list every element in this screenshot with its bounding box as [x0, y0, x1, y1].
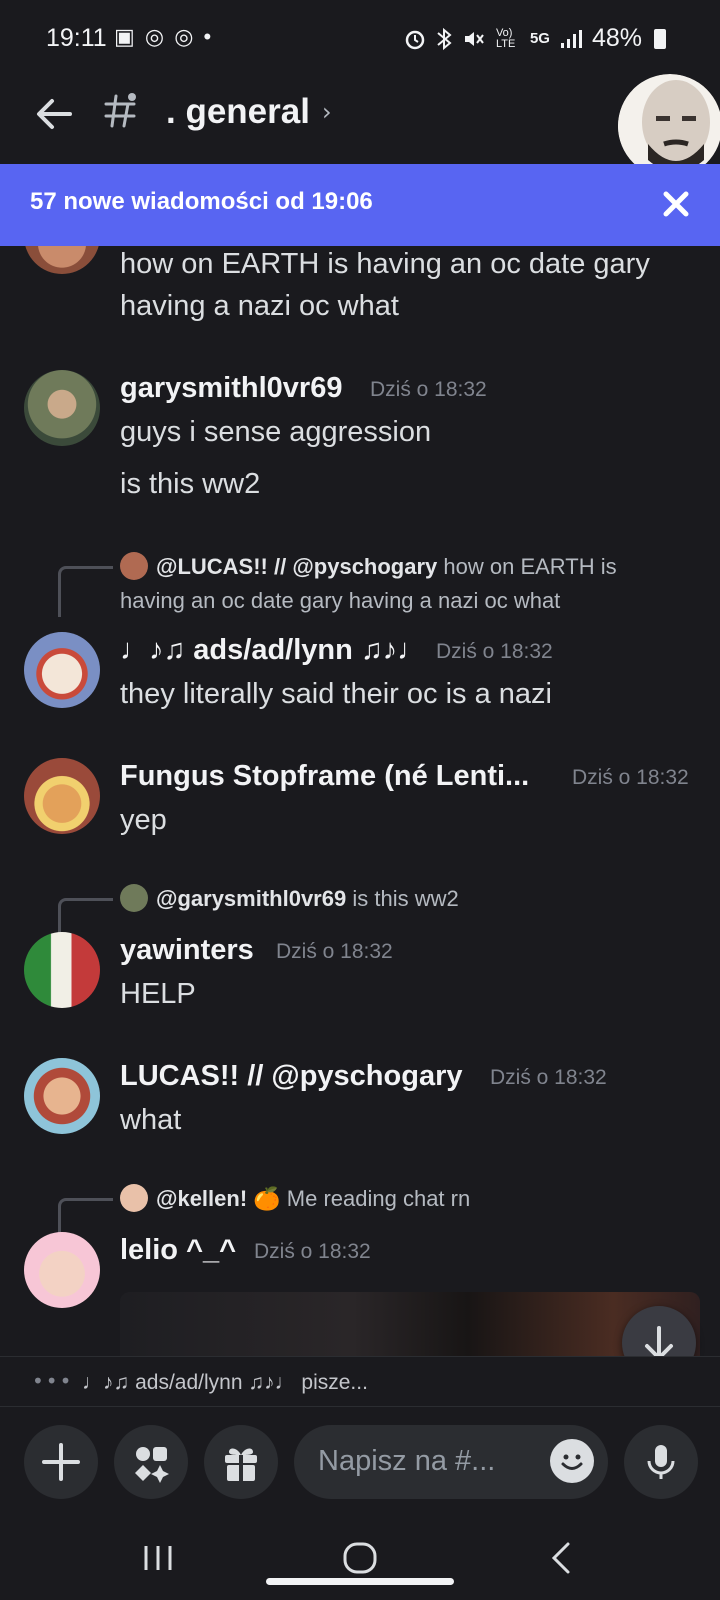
battery-percent: 48%: [591, 24, 642, 52]
message-text: how on EARTH is having an oc date gary: [120, 248, 650, 280]
avatar[interactable]: [24, 932, 100, 1008]
message-text: yep: [120, 804, 167, 836]
gift-button[interactable]: [204, 1425, 278, 1499]
status-indicators: Vo) LTE 5G 48%: [404, 24, 666, 53]
timestamp: Dziś o 18:32: [276, 940, 393, 963]
apps-button[interactable]: [114, 1425, 188, 1499]
avatar[interactable]: [24, 758, 100, 834]
message-list[interactable]: how on EARTH is having an oc date gary h…: [0, 246, 720, 1356]
battery-icon: [654, 28, 666, 49]
back-icon[interactable]: [546, 1540, 576, 1576]
message-composer: Napisz na #...: [0, 1406, 720, 1517]
message-text: is this ww2: [120, 468, 261, 500]
new-messages-text[interactable]: 57 nowe wiadomości od 19:06: [30, 188, 373, 216]
typing-dots: •••: [32, 1369, 74, 1393]
channel-header: . general ›: [0, 74, 720, 178]
reply-preview[interactable]: @garysmithl0vr69 is this ww2: [156, 886, 459, 912]
timestamp: Dziś o 18:32: [572, 766, 689, 789]
avatar[interactable]: [24, 1232, 100, 1308]
typing-text: ♩♪♫ ads/ad/lynn ♫♪♩ pisze...: [82, 1371, 368, 1394]
mute-icon: [464, 31, 484, 46]
gift-icon: [225, 1448, 257, 1481]
alarm-icon: [405, 30, 425, 49]
timestamp: Dziś o 18:32: [436, 640, 553, 663]
reply-username: @garysmithl0vr69: [156, 886, 347, 911]
close-icon[interactable]: [658, 186, 694, 222]
avatar[interactable]: [24, 632, 100, 708]
apps-icon: [135, 1447, 169, 1483]
reply-connector: [58, 1198, 113, 1237]
reply-connector: [58, 898, 113, 937]
bluetooth-icon: [437, 27, 452, 50]
back-arrow-icon[interactable]: [32, 92, 76, 136]
message-text: guys i sense aggression: [120, 416, 432, 448]
reply-username: @LUCAS!! // @pyschogary: [156, 554, 438, 579]
username[interactable]: yawinters: [120, 934, 254, 967]
avatar[interactable]: [24, 1058, 100, 1134]
avatar-face-icon: [618, 74, 720, 178]
avatar[interactable]: [24, 246, 100, 274]
reply-snippet: how on EARTH is: [443, 554, 617, 579]
plus-icon: [42, 1443, 80, 1481]
emoji-button[interactable]: [550, 1439, 594, 1483]
username[interactable]: ♩♪♫ ads/ad/lynn ♫♪♩: [120, 634, 426, 667]
reply-username: @kellen! 🍊: [156, 1186, 281, 1211]
message-text: having a nazi oc what: [120, 290, 399, 322]
reply-avatar: [120, 1184, 148, 1212]
voice-message-button[interactable]: [624, 1425, 698, 1499]
signal-icon: [560, 29, 582, 48]
5g-indicator: 5G: [529, 30, 550, 47]
message-text: HELP: [120, 978, 196, 1010]
system-nav-bar: [0, 1516, 720, 1600]
username[interactable]: lelio ^_^: [120, 1234, 236, 1267]
reply-snippet: Me reading chat rn: [286, 1186, 471, 1211]
reply-connector: [58, 566, 113, 617]
new-messages-banner[interactable]: 57 nowe wiadomości od 19:06: [0, 164, 720, 246]
typing-indicator: ••• ♩♪♫ ads/ad/lynn ♫♪♩ pisze...: [0, 1356, 720, 1407]
recents-icon[interactable]: [140, 1542, 176, 1574]
notification-icons: ▣ ◎ ◎ •: [114, 24, 214, 49]
microphone-icon: [647, 1445, 675, 1479]
chevron-right-icon[interactable]: ›: [322, 98, 332, 126]
reply-preview[interactable]: @LUCAS!! // @pyschogary how on EARTH is: [156, 554, 617, 580]
username[interactable]: garysmithl0vr69: [120, 372, 342, 405]
message-text: what: [120, 1104, 182, 1136]
smiley-icon: [561, 1454, 583, 1470]
status-time: 19:11: [46, 24, 107, 52]
reply-snippet: is this ww2: [352, 886, 459, 911]
timestamp: Dziś o 18:32: [490, 1066, 607, 1089]
username[interactable]: LUCAS!! // @pyschogary: [120, 1060, 463, 1093]
volte-indicator: Vo) LTE: [495, 26, 516, 50]
reply-avatar: [120, 552, 148, 580]
message-image-attachment[interactable]: [120, 1292, 700, 1356]
home-indicator: [266, 1578, 454, 1585]
home-icon[interactable]: [340, 1540, 380, 1576]
timestamp: Dziś o 18:32: [254, 1240, 371, 1263]
message-input[interactable]: Napisz na #...: [294, 1425, 608, 1499]
avatar[interactable]: [24, 370, 100, 446]
message-text: they literally said their oc is a nazi: [120, 678, 552, 710]
reply-preview[interactable]: @kellen! 🍊 Me reading chat rn: [156, 1186, 470, 1212]
username[interactable]: Fungus Stopframe (né Lenti...: [120, 760, 529, 793]
status-bar: 19:11 ▣ ◎ ◎ • Vo) LTE 5G 48%: [0, 0, 720, 80]
channel-name[interactable]: . general: [166, 92, 310, 132]
timestamp: Dziś o 18:32: [370, 378, 487, 401]
reply-snippet-continued: having an oc date gary having a nazi oc …: [120, 588, 561, 613]
reply-avatar: [120, 884, 148, 912]
user-avatar[interactable]: [618, 74, 720, 178]
message-input-placeholder[interactable]: Napisz na #...: [318, 1445, 495, 1478]
attach-button[interactable]: [24, 1425, 98, 1499]
channel-hash-icon: [104, 93, 136, 128]
